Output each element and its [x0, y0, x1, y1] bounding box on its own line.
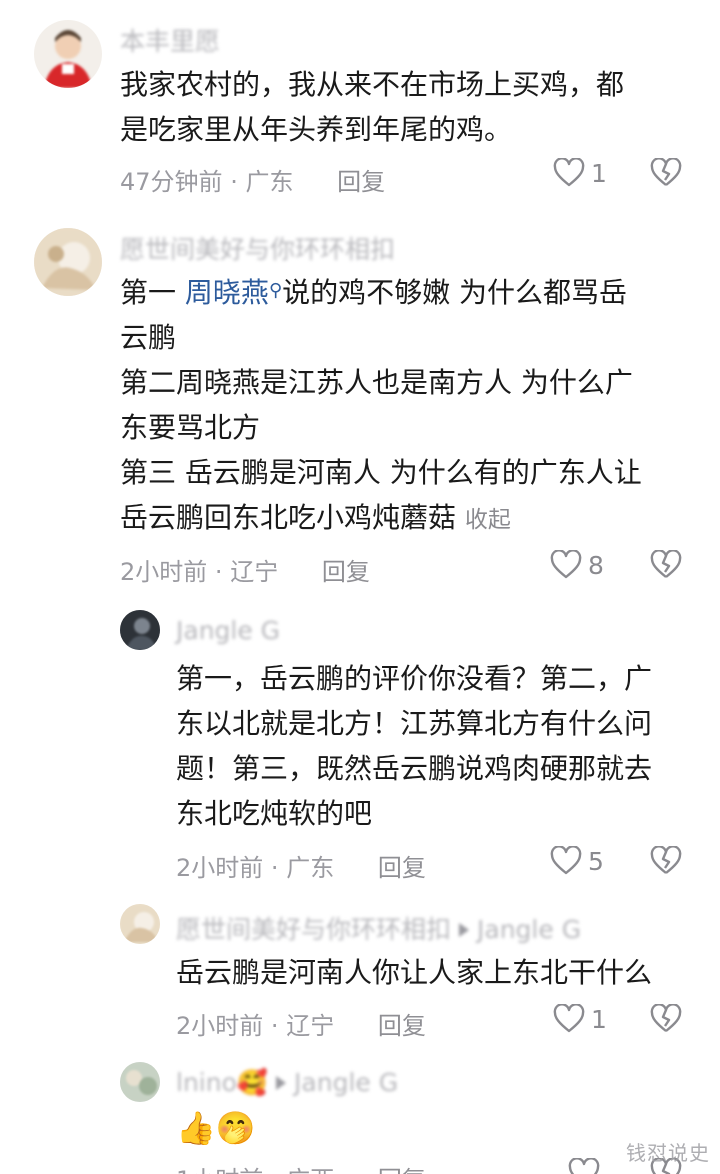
comment-text: 我家农村的，我从来不在市场上买鸡，都 是吃家里从年头养到年尾的鸡。 [120, 62, 624, 152]
heart-icon [550, 846, 582, 875]
timestamp: 47分钟前 [120, 168, 223, 196]
reply-3: lnino🥰Jangle G 👍🤭 1小时前 · 广西 回复 [0, 1050, 720, 1174]
like-count: 5 [588, 846, 604, 876]
comment-line: 第一 周晓燕⚲说的鸡不够嫩 为什么都骂岳 [120, 276, 628, 309]
like-button[interactable]: 8 [550, 550, 604, 580]
dislike-button[interactable] [650, 845, 682, 880]
watermark: 钱怼说史 [626, 1141, 710, 1165]
heart-icon [553, 158, 585, 187]
reply-button[interactable]: 回复 [322, 558, 370, 586]
reply-1: Jangle G 第一，岳云鹏的评价你没看？第二，广 东以北就是北方！江苏算北方… [0, 600, 720, 890]
like-count: 1 [591, 1004, 607, 1034]
comment-line: 第三 岳云鹏是河南人 为什么有的广东人让 [120, 456, 642, 489]
comment-meta: 2小时前 · 辽宁 回复 [176, 1012, 426, 1040]
comment-meta: 47分钟前 · 广东 回复 [120, 168, 386, 196]
reply-arrow-icon [276, 1076, 287, 1090]
location: 广西 [286, 1166, 334, 1174]
comment-line: 我家农村的，我从来不在市场上买鸡，都 [120, 68, 625, 101]
location: 辽宁 [230, 558, 279, 586]
comment-line: 第一，岳云鹏的评价你没看？第二，广 [176, 662, 653, 695]
collapse-link[interactable]: 收起 [465, 507, 511, 533]
like-button[interactable]: 5 [550, 846, 604, 876]
broken-heart-icon [650, 157, 682, 186]
timestamp: 2小时前 [176, 854, 264, 882]
avatar[interactable] [120, 904, 160, 944]
reply-button[interactable]: 回复 [378, 854, 426, 882]
location: 广东 [286, 854, 335, 882]
timestamp: 2小时前 [120, 558, 208, 586]
comment-text: 第一 周晓燕⚲说的鸡不够嫩 为什么都骂岳 云鹏 第二周晓燕是江苏人也是南方人 为… [120, 270, 642, 543]
comment-meta: 1小时前 · 广西 回复 [176, 1160, 426, 1174]
heart-icon [550, 550, 582, 579]
comment-line: 东以北就是北方！江苏算北方有什么问 [176, 707, 653, 740]
dislike-button[interactable] [650, 157, 682, 192]
broken-heart-icon [650, 845, 682, 874]
reply-button[interactable]: 回复 [378, 1012, 426, 1040]
comment-line: 东要骂北方 [120, 411, 261, 444]
username[interactable]: Jangle G [176, 616, 280, 645]
comment-text: 👍🤭 [176, 1106, 256, 1151]
avatar[interactable] [34, 228, 102, 296]
comment-line: 第二周晓燕是江苏人也是南方人 为什么广 [120, 366, 633, 399]
username[interactable]: lnino🥰 Jangle G [176, 1068, 398, 1098]
mention-search-icon[interactable]: ⚲ [269, 280, 282, 301]
comment-text: 岳云鹏是河南人你让人家上东北干什么 [176, 950, 652, 995]
comment-line: 是吃家里从年头养到年尾的鸡。 [120, 113, 513, 146]
broken-heart-icon [650, 549, 682, 578]
avatar[interactable] [120, 1062, 160, 1102]
like-button[interactable]: 1 [553, 158, 607, 188]
comment-2: 愿世间美好与你环环相扣 第一 周晓燕⚲说的鸡不够嫩 为什么都骂岳 云鹏 第二周晓… [0, 210, 720, 600]
comment-meta: 2小时前 · 辽宁 回复 [120, 558, 370, 586]
avatar[interactable] [120, 610, 160, 650]
comment-line: 云鹏 [120, 321, 177, 354]
avatar[interactable] [34, 20, 102, 88]
like-count: 1 [591, 158, 607, 188]
reply-to-user[interactable]: Jangle G [477, 915, 581, 944]
comment-1: 本丰里愿 我家农村的，我从来不在市场上买鸡，都 是吃家里从年头养到年尾的鸡。 4… [0, 0, 720, 210]
reply-2: 愿世间美好与你环环相扣 Jangle G 岳云鹏是河南人你让人家上东北干什么 2小… [0, 890, 720, 1050]
location: 辽宁 [286, 1012, 335, 1040]
dislike-button[interactable] [650, 1003, 682, 1038]
location: 广东 [245, 168, 294, 196]
comment-text: 第一，岳云鹏的评价你没看？第二，广 东以北就是北方！江苏算北方有什么问 题！第三… [176, 656, 652, 836]
like-button[interactable] [568, 1158, 606, 1174]
username[interactable]: 愿世间美好与你环环相扣 Jangle G [176, 910, 581, 946]
reply-button[interactable]: 回复 [378, 1166, 426, 1174]
comment-meta: 2小时前 · 广东 回复 [176, 854, 426, 882]
heart-icon [568, 1158, 600, 1174]
comment-line: 岳云鹏回东北吃小鸡炖蘑菇 收起 [120, 501, 511, 534]
comment-line: 岳云鹏是河南人你让人家上东北干什么 [176, 956, 653, 989]
heart-icon [553, 1004, 585, 1033]
comment-line: 东北吃炖软的吧 [176, 797, 373, 830]
reply-arrow-icon [459, 923, 470, 937]
broken-heart-icon [650, 1003, 682, 1032]
username[interactable]: 愿世间美好与你环环相扣 [120, 230, 395, 266]
like-count: 8 [588, 550, 604, 580]
mention-link[interactable]: 周晓燕 [185, 276, 269, 309]
reply-button[interactable]: 回复 [337, 168, 385, 196]
timestamp: 1小时前 [176, 1166, 263, 1174]
emoji-line: 👍🤭 [176, 1109, 256, 1147]
smile-emoji-icon: 🥰 [236, 1068, 269, 1097]
comment-line: 题！第三，既然岳云鹏说鸡肉硬那就去 [176, 752, 653, 785]
reply-to-user[interactable]: Jangle G [294, 1068, 398, 1097]
username[interactable]: 本丰里愿 [120, 22, 220, 58]
like-button[interactable]: 1 [553, 1004, 607, 1034]
dislike-button[interactable] [650, 549, 682, 584]
timestamp: 2小时前 [176, 1012, 264, 1040]
